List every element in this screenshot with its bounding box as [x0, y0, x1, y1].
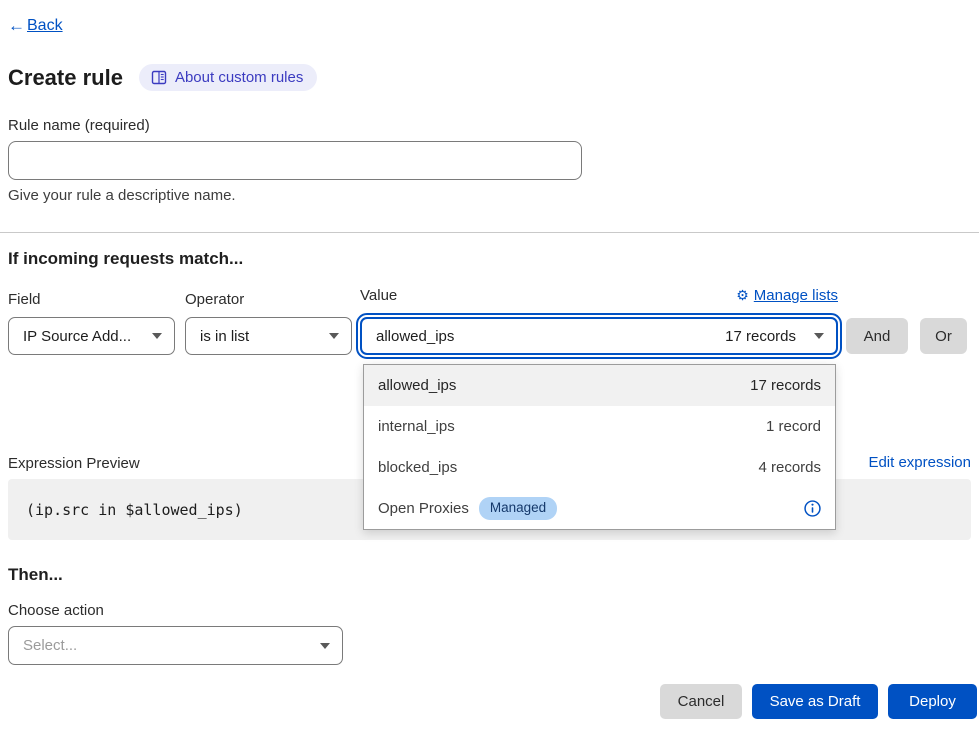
list-item-name: internal_ips: [378, 418, 455, 435]
about-custom-rules-label: About custom rules: [175, 69, 303, 86]
field-select-value: IP Source Add...: [23, 328, 131, 345]
then-section-heading: Then...: [8, 565, 63, 585]
value-list-dropdown: allowed_ips 17 records internal_ips 1 re…: [363, 364, 836, 530]
save-as-draft-button[interactable]: Save as Draft: [752, 684, 878, 719]
managed-badge: Managed: [479, 497, 557, 519]
list-item-name: blocked_ips: [378, 459, 457, 476]
info-icon[interactable]: [804, 500, 821, 517]
action-select[interactable]: Select...: [8, 626, 343, 665]
value-selected-list: allowed_ips: [376, 328, 454, 345]
page-title: Create rule: [8, 65, 123, 91]
cancel-button[interactable]: Cancel: [660, 684, 742, 719]
list-item-allowed-ips[interactable]: allowed_ips 17 records: [364, 365, 835, 406]
rule-name-input[interactable]: [8, 141, 582, 180]
value-column-label: Value: [360, 287, 397, 304]
choose-action-label: Choose action: [8, 602, 104, 619]
gear-icon: ⚙: [736, 287, 749, 304]
book-icon: [151, 70, 167, 85]
expression-preview-label: Expression Preview: [8, 455, 140, 472]
chevron-down-icon: [320, 643, 330, 649]
list-item-records-count: 1 record: [766, 418, 821, 435]
rule-name-label: Rule name (required): [8, 117, 150, 134]
action-select-placeholder: Select...: [23, 637, 77, 654]
list-item-name: allowed_ips: [378, 377, 456, 394]
list-item-records-count: 17 records: [750, 377, 821, 394]
match-section-heading: If incoming requests match...: [8, 249, 243, 269]
list-item-open-proxies[interactable]: Open Proxies Managed: [364, 488, 835, 529]
manage-lists-link[interactable]: ⚙ Manage lists: [736, 287, 838, 304]
value-list-combobox[interactable]: allowed_ips 17 records: [360, 317, 838, 355]
operator-select[interactable]: is in list: [185, 317, 352, 355]
back-arrow-icon: ←: [8, 16, 25, 36]
create-rule-page: ← Back Create rule About custom rules Ru…: [0, 0, 979, 739]
list-item-internal-ips[interactable]: internal_ips 1 record: [364, 406, 835, 447]
title-row: Create rule About custom rules: [8, 64, 317, 91]
chevron-down-icon: [152, 333, 162, 339]
edit-expression-link[interactable]: Edit expression: [868, 454, 971, 471]
rule-name-help-text: Give your rule a descriptive name.: [8, 187, 236, 204]
and-condition-button[interactable]: And: [846, 318, 908, 354]
operator-select-value: is in list: [200, 328, 249, 345]
about-custom-rules-link[interactable]: About custom rules: [139, 64, 317, 91]
value-selected-records-count: 17 records: [725, 328, 796, 345]
manage-lists-label: Manage lists: [754, 287, 838, 304]
back-link-label: Back: [27, 17, 63, 35]
field-column-label: Field: [8, 291, 41, 308]
deploy-button[interactable]: Deploy: [888, 684, 977, 719]
back-link[interactable]: ← Back: [8, 16, 63, 36]
field-select[interactable]: IP Source Add...: [8, 317, 175, 355]
chevron-down-icon: [814, 333, 824, 339]
operator-column-label: Operator: [185, 291, 244, 308]
list-item-blocked-ips[interactable]: blocked_ips 4 records: [364, 447, 835, 488]
expression-code: (ip.src in $allowed_ips): [26, 501, 243, 519]
list-item-name: Open Proxies: [378, 500, 469, 517]
list-item-records-count: 4 records: [758, 459, 821, 476]
section-divider: [0, 232, 979, 233]
value-column-header: Value ⚙ Manage lists: [360, 287, 838, 304]
or-condition-button[interactable]: Or: [920, 318, 967, 354]
chevron-down-icon: [329, 333, 339, 339]
